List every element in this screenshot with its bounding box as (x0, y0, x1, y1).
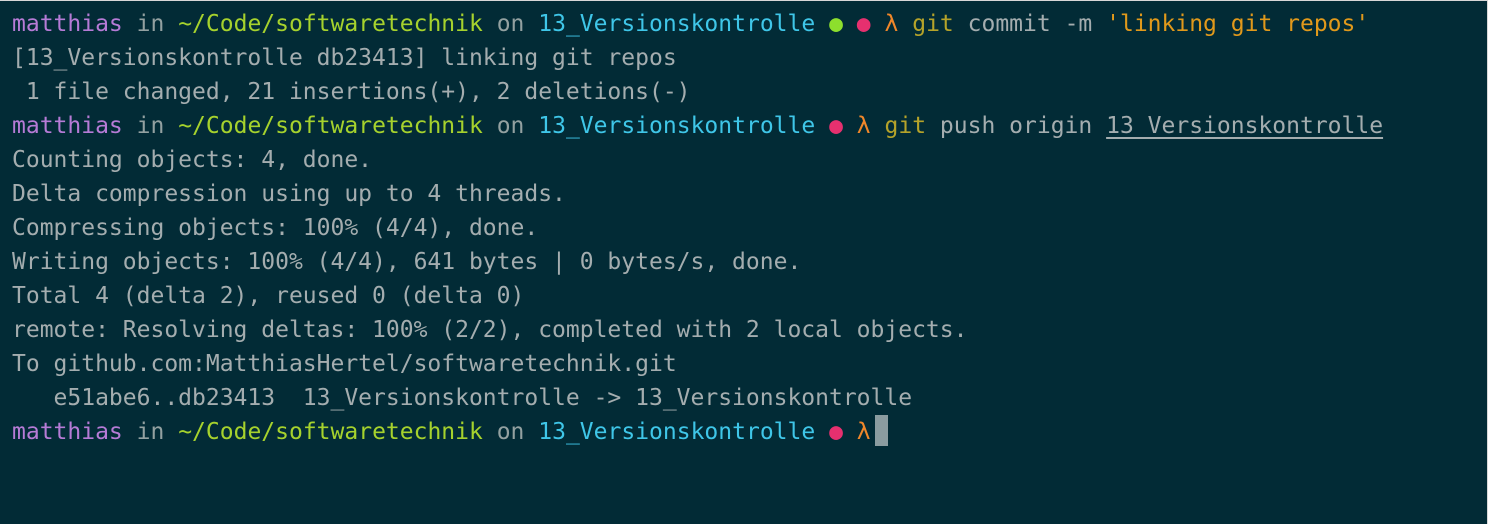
output-line: Counting objects: 4, done. (12, 147, 373, 173)
prompt-user: matthias (12, 113, 123, 139)
command-git: git (912, 11, 954, 37)
prompt-branch: 13_Versionskontrolle (538, 11, 816, 37)
prompt-line-push: matthias in ~/Code/softwaretechnik on 13… (12, 109, 1487, 143)
lambda-icon: λ (884, 11, 899, 37)
prompt-line-commit: matthias in ~/Code/softwaretechnik on 13… (12, 7, 1487, 41)
command-args: commit -m (967, 11, 1093, 37)
prompt-line-active[interactable]: matthias in ~/Code/softwaretechnik on 13… (12, 415, 1487, 449)
terminal-window[interactable]: matthias in ~/Code/softwaretechnik on 13… (0, 0, 1488, 524)
status-dot-icon: ● (856, 11, 871, 37)
prompt-path: ~/Code/softwaretechnik (178, 419, 483, 445)
command-args: push origin (939, 113, 1093, 139)
command-message: 'linking git repos' (1106, 11, 1370, 37)
output-line: Writing objects: 100% (4/4), 641 bytes |… (12, 249, 802, 275)
prompt-path: ~/Code/softwaretechnik (178, 113, 483, 139)
output-line: Delta compression using up to 4 threads. (12, 181, 566, 207)
output-line: remote: Resolving deltas: 100% (2/2), co… (12, 317, 968, 343)
prompt-user: matthias (12, 11, 123, 37)
prompt-user: matthias (12, 419, 123, 445)
output-line: Total 4 (delta 2), reused 0 (delta 0) (12, 283, 525, 309)
prompt-in: in (136, 113, 165, 139)
lambda-icon: λ (856, 113, 871, 139)
output-line: e51abe6..db23413 13_Versionskontrolle ->… (12, 385, 913, 411)
prompt-branch: 13_Versionskontrolle (538, 419, 816, 445)
output-line: Compressing objects: 100% (4/4), done. (12, 215, 539, 241)
command-git: git (884, 113, 927, 139)
prompt-branch: 13_Versionskontrolle (538, 113, 816, 139)
prompt-in: in (136, 11, 165, 37)
prompt-on: on (496, 419, 525, 445)
status-dot-icon: ● (829, 419, 843, 445)
output-line: 1 file changed, 21 insertions(+), 2 dele… (12, 79, 691, 105)
prompt-on: on (496, 113, 525, 139)
output-line: To github.com:MatthiasHertel/softwaretec… (12, 351, 677, 377)
dirty-dot-icon: ● (829, 11, 843, 37)
status-dot-icon: ● (829, 113, 843, 139)
lambda-icon: λ (856, 419, 871, 445)
prompt-on: on (496, 11, 525, 37)
text-cursor[interactable] (874, 415, 888, 446)
prompt-path: ~/Code/softwaretechnik (178, 11, 483, 37)
command-branch-arg: 13_Versionskontrolle (1106, 113, 1384, 139)
output-line: [13_Versionskontrolle db23413] linking g… (12, 45, 677, 71)
prompt-in: in (136, 419, 165, 445)
